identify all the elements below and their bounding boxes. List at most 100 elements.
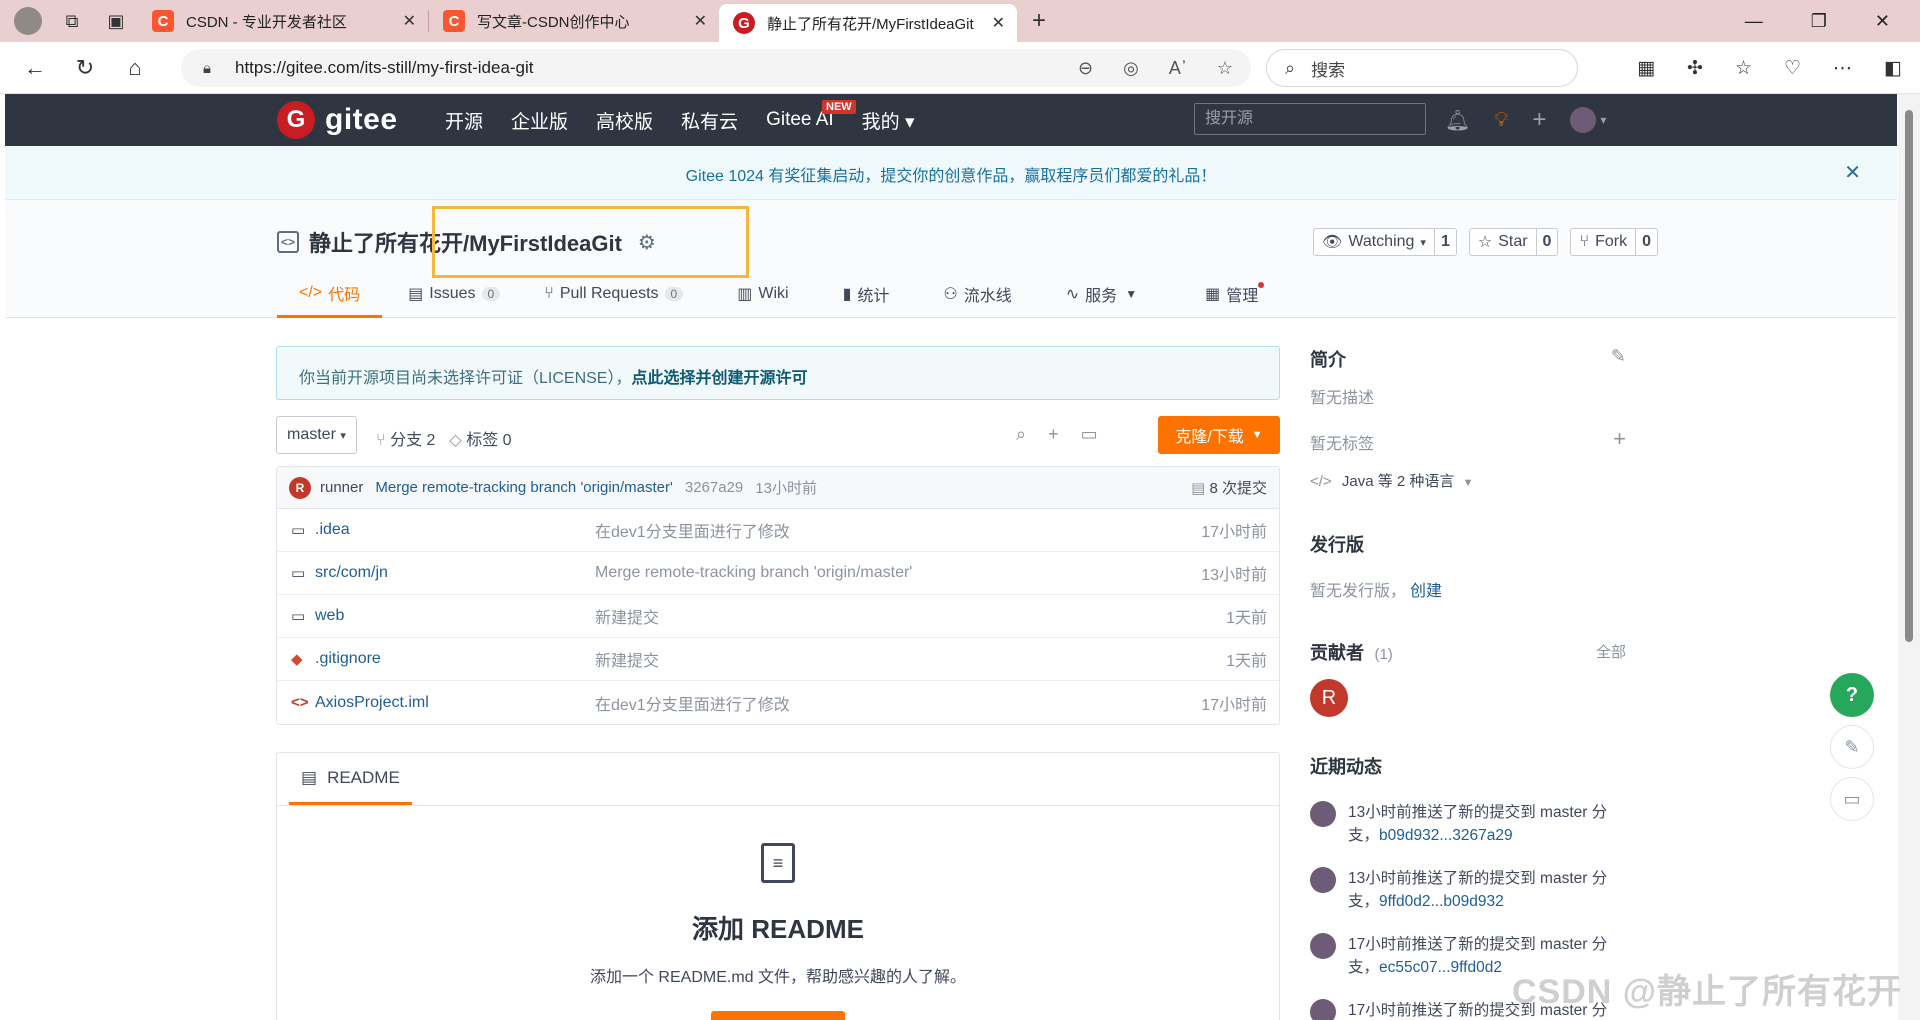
- star-button[interactable]: ☆ Star 0: [1468, 228, 1559, 256]
- all-contributors-link[interactable]: 全部: [1596, 641, 1626, 662]
- create-release-link[interactable]: 创建: [1410, 583, 1442, 600]
- nav-mine[interactable]: 我的 ▾: [862, 107, 915, 134]
- add-readme-button[interactable]: [711, 1011, 845, 1020]
- tab-gitee-repo[interactable]: G 静止了所有花开/MyFirstIdeaGit ✕: [719, 4, 1017, 42]
- gitee-search-input[interactable]: 搜开源: [1194, 103, 1426, 135]
- file-row[interactable]: ▭ .idea 在dev1分支里面进行了修改 17小时前: [277, 509, 1279, 552]
- url-text[interactable]: https://gitee.com/its-still/my-first-ide…: [235, 58, 534, 78]
- file-name[interactable]: .idea: [315, 521, 350, 539]
- user-avatar[interactable]: [1310, 867, 1336, 893]
- vertical-tabs-icon[interactable]: ▣: [94, 0, 138, 42]
- announcement-text[interactable]: Gitee 1024 有奖征集启动，提交你的创意作品，赢取程序员们都爱的礼品！: [5, 162, 1897, 186]
- file-name[interactable]: AxiosProject.iml: [315, 694, 429, 712]
- file-commit-message[interactable]: 在dev1分支里面进行了修改: [595, 691, 790, 715]
- edge-icon[interactable]: ◎: [1123, 58, 1139, 79]
- minimize-icon[interactable]: —: [1745, 11, 1763, 32]
- activity-commit-link[interactable]: 9ffd0d2...b09d932: [1379, 893, 1504, 910]
- notification-bell-icon[interactable]: 🔔︎: [1445, 108, 1470, 133]
- search-file-icon[interactable]: ⌕: [1016, 424, 1026, 445]
- nav-private-cloud[interactable]: 私有云: [681, 107, 738, 134]
- close-tab-icon[interactable]: ✕: [992, 13, 1005, 33]
- file-row[interactable]: ◆ .gitignore 新建提交 1天前: [277, 638, 1279, 681]
- profile-avatar[interactable]: [6, 0, 50, 42]
- language-info[interactable]: </> Java 等 2 种语言 ▼: [1310, 470, 1626, 491]
- user-avatar[interactable]: [1310, 933, 1336, 959]
- web-ide-icon[interactable]: ▭: [1081, 424, 1098, 445]
- clone-download-button[interactable]: 克隆/下载 ▼: [1158, 416, 1280, 454]
- file-commit-message[interactable]: 在dev1分支里面进行了修改: [595, 518, 790, 542]
- tab-pipeline[interactable]: ⚇ 流水线: [921, 270, 1033, 318]
- back-icon[interactable]: ←: [10, 48, 60, 88]
- refresh-icon[interactable]: ↻: [60, 48, 110, 88]
- favorites-icon[interactable]: ☆: [1735, 57, 1752, 80]
- restore-icon[interactable]: ❐: [1811, 11, 1827, 32]
- file-name[interactable]: src/com/jn: [315, 564, 388, 582]
- close-window-icon[interactable]: ✕: [1875, 11, 1890, 32]
- nav-enterprise[interactable]: 企业版: [511, 107, 568, 134]
- scrollbar-thumb[interactable]: [1905, 110, 1913, 642]
- close-tab-icon[interactable]: ✕: [694, 11, 707, 31]
- activity-commit-link[interactable]: b09d932...3267a29: [1379, 827, 1513, 844]
- tab-pull-requests[interactable]: ⑂ Pull Requests 0: [522, 270, 705, 318]
- tab-manage[interactable]: ▦ 管理: [1183, 270, 1280, 318]
- tab-services[interactable]: ∿ 服务 ▼: [1044, 270, 1159, 318]
- lock-icon[interactable]: 🔒︎: [203, 60, 211, 77]
- read-aloud-icon[interactable]: A᾽: [1169, 58, 1187, 79]
- file-commit-message[interactable]: 新建提交: [595, 647, 659, 671]
- user-avatar[interactable]: ▾: [1570, 107, 1606, 133]
- close-tab-icon[interactable]: ✕: [403, 11, 416, 31]
- commit-hash[interactable]: 3267a29: [685, 479, 743, 496]
- close-banner-icon[interactable]: ✕: [1844, 160, 1861, 185]
- user-avatar[interactable]: [1310, 801, 1336, 827]
- more-options-icon[interactable]: ⋯: [1833, 57, 1852, 80]
- favorite-star-icon[interactable]: ☆: [1217, 58, 1233, 79]
- commit-count[interactable]: ▤ 8 次提交: [1191, 477, 1267, 498]
- lightbulb-icon[interactable]: 💡︎: [1494, 109, 1508, 132]
- browser-search-box[interactable]: ⌕ 搜索: [1266, 49, 1578, 87]
- sidebar-toggle-icon[interactable]: ◧: [1884, 57, 1902, 80]
- tab-code[interactable]: </> 代码: [277, 270, 383, 318]
- readme-tab[interactable]: ▤ README: [289, 753, 412, 805]
- tab-wiki[interactable]: ▥ Wiki: [715, 270, 810, 318]
- file-name[interactable]: web: [315, 607, 344, 625]
- license-link[interactable]: 点此选择并创建开源许可: [631, 370, 807, 387]
- file-row[interactable]: ▭ web 新建提交 1天前: [277, 595, 1279, 638]
- edit-icon[interactable]: ✎: [1611, 346, 1626, 367]
- chat-icon[interactable]: ▭: [1830, 777, 1874, 821]
- home-icon[interactable]: ⌂: [110, 48, 160, 88]
- browser-essentials-icon[interactable]: ♡: [1784, 57, 1801, 80]
- committer-avatar[interactable]: R: [289, 476, 311, 499]
- file-name[interactable]: .gitignore: [315, 650, 381, 668]
- feedback-edit-icon[interactable]: ✎: [1830, 725, 1874, 769]
- tab-stats[interactable]: ▮ 统计: [821, 270, 912, 318]
- file-commit-message[interactable]: Merge remote-tracking branch 'origin/mas…: [595, 564, 912, 582]
- create-plus-icon[interactable]: +: [1532, 106, 1546, 134]
- watch-button[interactable]: 👁︎ Watching ▾ 1: [1313, 228, 1457, 256]
- fork-button[interactable]: ⑂ Fork 0: [1570, 228, 1658, 256]
- file-row[interactable]: ▭ src/com/jn Merge remote-tracking branc…: [277, 552, 1279, 595]
- contributor-avatar[interactable]: R: [1310, 679, 1348, 717]
- activity-commit-link[interactable]: ec55c07...9ffd0d2: [1379, 959, 1502, 976]
- new-tab-icon[interactable]: +: [1017, 0, 1061, 42]
- page-scrollbar[interactable]: [1898, 94, 1920, 1020]
- zoom-out-icon[interactable]: ⊖: [1078, 58, 1093, 79]
- gitee-logo[interactable]: G gitee: [277, 101, 398, 139]
- tags-link[interactable]: ◇ 标签 0: [449, 426, 511, 450]
- tab-csdn-community[interactable]: C CSDN - 专业开发者社区 ✕: [138, 0, 428, 42]
- branches-link[interactable]: ⑂ 分支 2: [376, 426, 435, 450]
- address-bar[interactable]: 🔒︎ https://gitee.com/its-still/my-first-…: [181, 49, 1251, 87]
- user-avatar[interactable]: [1310, 999, 1336, 1020]
- collections-icon[interactable]: ▦: [1637, 57, 1655, 80]
- nav-open-source[interactable]: 开源: [445, 107, 483, 134]
- add-tag-icon[interactable]: +: [1613, 426, 1626, 452]
- extensions-icon[interactable]: ✣: [1687, 57, 1703, 80]
- help-button[interactable]: ?: [1830, 673, 1874, 717]
- file-row[interactable]: <> AxiosProject.iml 在dev1分支里面进行了修改 17小时前: [277, 681, 1279, 724]
- commit-author[interactable]: runner: [320, 479, 363, 496]
- tab-issues[interactable]: ▤ Issues 0: [386, 270, 522, 318]
- commit-message[interactable]: Merge remote-tracking branch 'origin/mas…: [375, 479, 673, 496]
- add-file-icon[interactable]: +: [1048, 424, 1059, 445]
- nav-university[interactable]: 高校版: [596, 107, 653, 134]
- file-commit-message[interactable]: 新建提交: [595, 604, 659, 628]
- branch-select[interactable]: master ▾: [276, 416, 357, 454]
